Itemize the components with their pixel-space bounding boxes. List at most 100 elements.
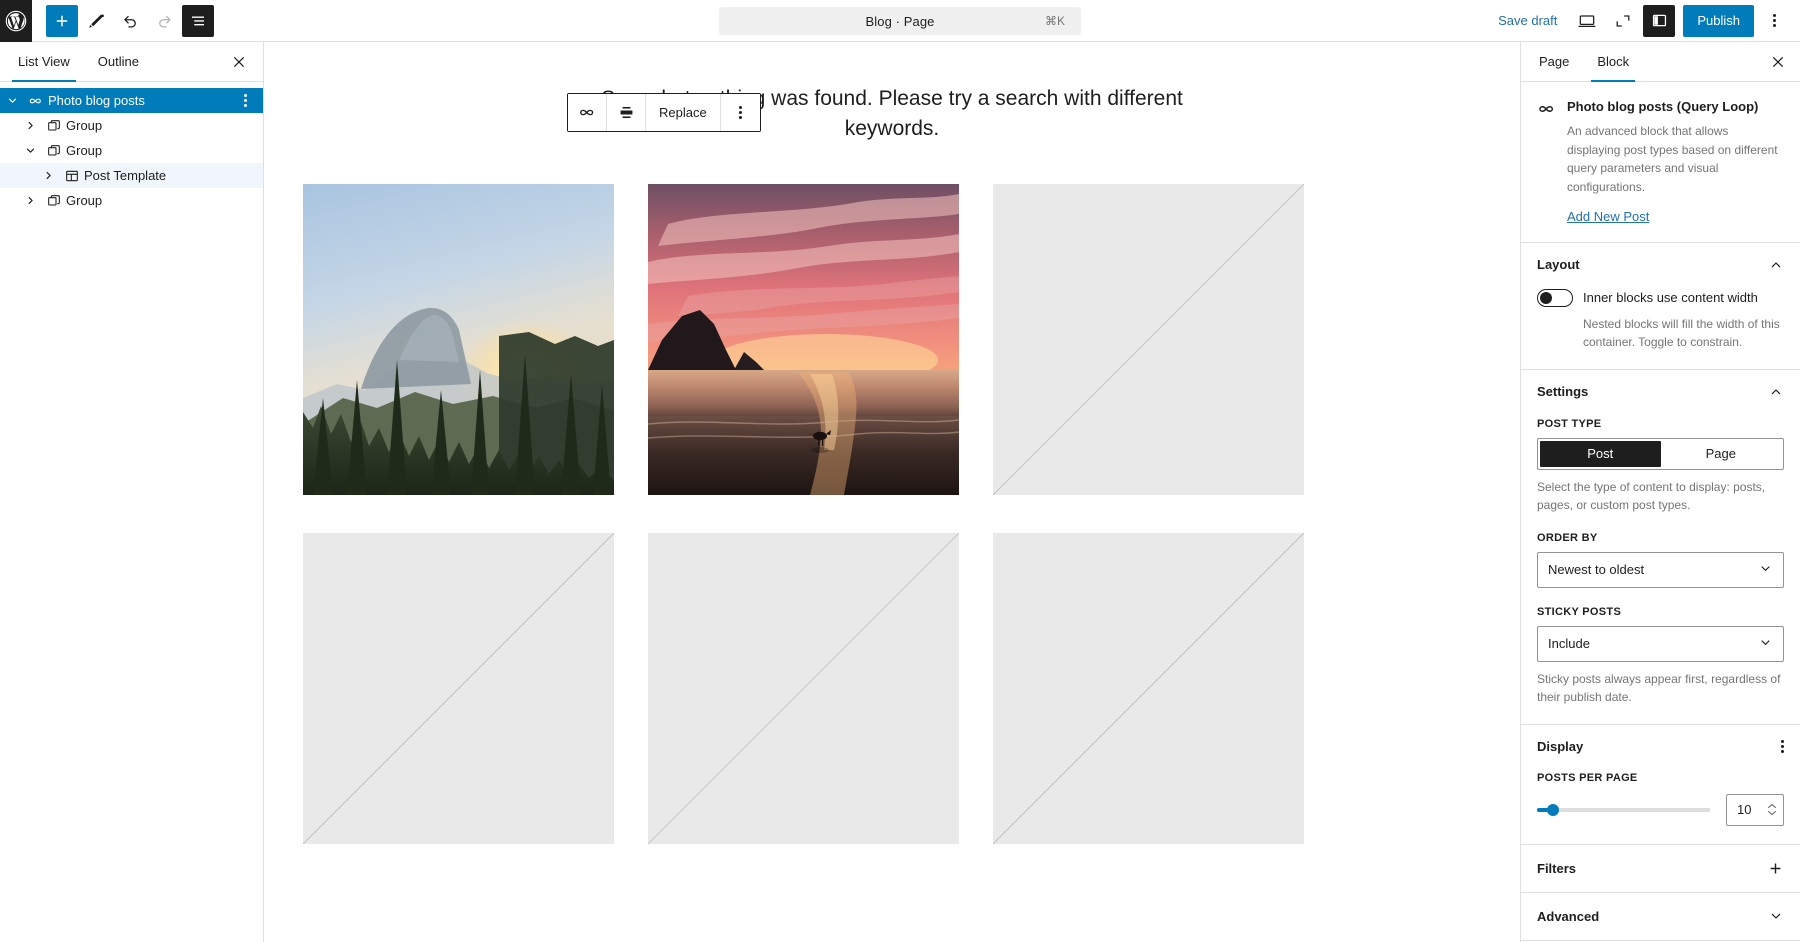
layout-panel-header[interactable]: Layout	[1537, 257, 1784, 273]
chevron-down-icon[interactable]	[0, 94, 24, 107]
advanced-panel-row[interactable]: Advanced	[1521, 893, 1800, 941]
chevron-right-icon[interactable]	[18, 194, 42, 207]
filters-panel-title: Filters	[1537, 860, 1577, 876]
display-panel-header[interactable]: Display	[1537, 739, 1784, 754]
photo-beach-sunset[interactable]	[648, 184, 959, 495]
redo-button[interactable]	[148, 5, 180, 37]
query-loop-icon	[1537, 98, 1557, 226]
add-new-post-link[interactable]: Add New Post	[1567, 209, 1649, 224]
image-placeholder[interactable]	[993, 533, 1304, 844]
no-results-notice: Sorry, but nothing was found. Please try…	[601, 87, 1183, 141]
list-item-group-1[interactable]: Group	[0, 113, 263, 138]
post-type-option-page[interactable]: Page	[1660, 440, 1781, 467]
plus-icon[interactable]	[1767, 860, 1784, 877]
posts-per-page-row: 10	[1537, 793, 1784, 826]
posts-per-page-slider[interactable]	[1537, 801, 1710, 819]
save-draft-button[interactable]: Save draft	[1488, 7, 1567, 34]
document-title: Blog · Page	[865, 13, 935, 29]
close-icon[interactable]	[1762, 42, 1794, 81]
add-block-button[interactable]	[46, 4, 78, 37]
order-by-select[interactable]: Newest to oldest	[1537, 551, 1784, 588]
group-icon	[42, 193, 66, 209]
chevron-right-icon[interactable]	[18, 119, 42, 132]
list-view-button[interactable]	[182, 4, 214, 37]
filters-panel-row[interactable]: Filters	[1521, 845, 1800, 893]
query-loop-icon	[24, 93, 48, 109]
list-item-group-3[interactable]: Group	[0, 188, 263, 213]
tab-block[interactable]: Block	[1583, 42, 1643, 82]
block-toolbar: Replace	[567, 93, 761, 132]
list-item-options-icon[interactable]	[235, 94, 255, 107]
align-center-icon[interactable]	[607, 94, 646, 131]
chevron-down-icon[interactable]	[1768, 908, 1784, 924]
zoom-out-icon[interactable]	[1607, 5, 1639, 37]
post-template-icon	[60, 168, 84, 184]
more-options-icon[interactable]	[720, 94, 760, 131]
sticky-posts-help: Sticky posts always appear first, regard…	[1537, 671, 1781, 704]
publish-button[interactable]: Publish	[1683, 4, 1754, 37]
more-options-icon[interactable]	[1758, 5, 1790, 37]
group-icon	[42, 118, 66, 134]
post-grid	[303, 184, 1520, 844]
settings-panel: Settings Post type Post Page Select the …	[1521, 370, 1800, 725]
display-panel: Display Posts per page 10	[1521, 725, 1800, 845]
tab-outline[interactable]: Outline	[84, 42, 153, 81]
editor-header: Blog · Page ⌘K Save draft Publish	[0, 0, 1800, 42]
block-inspector-sidebar: Page Block Photo blog posts (Query Loop)…	[1520, 42, 1800, 942]
layout-panel: Layout Inner blocks use content width Ne…	[1521, 243, 1800, 370]
quantity-stepper[interactable]	[1767, 803, 1777, 816]
chevron-down-icon[interactable]	[18, 144, 42, 157]
list-item-photo-blog-posts[interactable]: Photo blog posts	[0, 88, 263, 113]
more-options-icon[interactable]	[1781, 739, 1784, 753]
list-item-group-2[interactable]: Group	[0, 138, 263, 163]
image-placeholder[interactable]	[993, 184, 1304, 495]
block-card-description: An advanced block that allows displaying…	[1567, 124, 1778, 194]
settings-panel-header[interactable]: Settings	[1537, 384, 1784, 400]
post-type-option-post[interactable]: Post	[1540, 440, 1661, 467]
inner-blocks-content-width-toggle[interactable]	[1537, 288, 1573, 307]
wordpress-logo-icon[interactable]	[0, 0, 32, 42]
undo-button[interactable]	[114, 5, 146, 37]
chevron-right-icon[interactable]	[36, 169, 60, 182]
chevron-down-icon	[1758, 635, 1773, 653]
chevron-up-icon[interactable]	[1768, 257, 1784, 273]
chevron-down-icon	[1758, 561, 1773, 579]
sticky-posts-value: Include	[1548, 636, 1590, 652]
posts-per-page-label: Posts per page	[1537, 771, 1638, 784]
list-item-post-template[interactable]: Post Template	[0, 163, 263, 188]
chevron-up-icon[interactable]	[1768, 384, 1784, 400]
list-item-label: Group	[66, 118, 103, 133]
sticky-posts-label: Sticky posts	[1537, 605, 1622, 618]
photo-mountain-sunrise[interactable]	[303, 184, 614, 495]
tab-list-view[interactable]: List View	[4, 42, 84, 82]
document-title-bar[interactable]: Blog · Page ⌘K	[719, 7, 1081, 35]
header-tools	[32, 4, 214, 37]
post-type-segmented-control: Post Page	[1537, 437, 1784, 470]
sticky-posts-select[interactable]: Include	[1537, 625, 1784, 662]
close-icon[interactable]	[223, 42, 255, 81]
tab-page[interactable]: Page	[1525, 42, 1583, 81]
list-item-label: Group	[66, 143, 103, 158]
editor-app: Blog · Page ⌘K Save draft Publish List V…	[0, 0, 1800, 942]
list-item-label: Photo blog posts	[48, 93, 145, 108]
posts-per-page-input[interactable]: 10	[1726, 793, 1784, 826]
replace-button[interactable]: Replace	[646, 94, 721, 131]
inspector-tabs: Page Block	[1521, 42, 1800, 82]
inner-blocks-toggle-label: Inner blocks use content width	[1583, 290, 1758, 306]
query-loop-icon[interactable]	[568, 94, 607, 131]
mountain-sunrise-image	[303, 184, 614, 495]
desktop-preview-icon[interactable]	[1571, 5, 1603, 37]
settings-sidebar-icon[interactable]	[1643, 4, 1676, 37]
editor-canvas: Replace Sorry, but nothing was found. Pl…	[264, 42, 1520, 942]
document-shortcut: ⌘K	[1044, 14, 1065, 28]
tools-pencil-button[interactable]	[80, 5, 112, 37]
display-panel-title: Display	[1537, 738, 1584, 754]
image-placeholder[interactable]	[303, 533, 614, 844]
image-placeholder[interactable]	[648, 533, 959, 844]
header-actions: Save draft Publish	[1488, 4, 1800, 37]
block-card: Photo blog posts (Query Loop) An advance…	[1521, 82, 1800, 243]
posts-per-page-value: 10	[1737, 802, 1752, 818]
list-view-tabs: List View Outline	[0, 42, 263, 82]
layout-panel-title: Layout	[1537, 257, 1580, 273]
order-by-value: Newest to oldest	[1548, 562, 1645, 578]
